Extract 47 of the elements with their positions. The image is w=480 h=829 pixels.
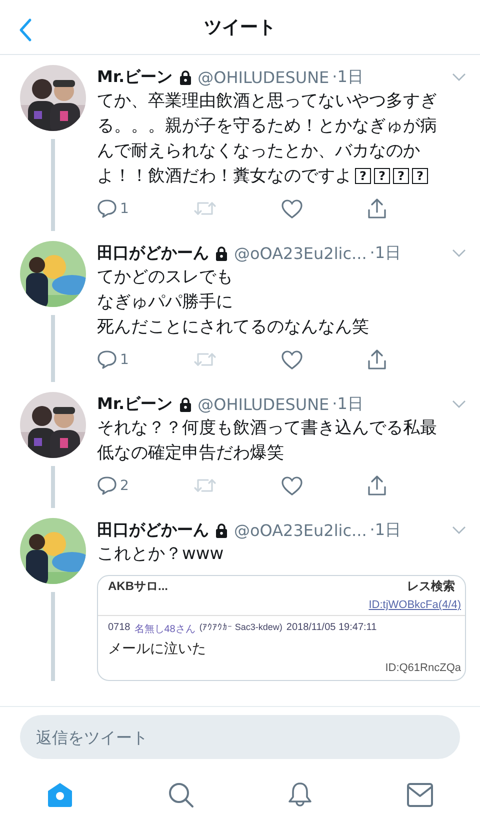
- board-title: AKBサロ...: [108, 578, 168, 595]
- user-handle: @oOA23Eu2lic...: [234, 520, 367, 540]
- poster-id: ID:tjWOBkcFa(4/4): [368, 599, 461, 611]
- home-icon[interactable]: [47, 782, 74, 808]
- share-icon[interactable]: [366, 198, 387, 219]
- envelope-icon[interactable]: [406, 783, 433, 807]
- reply-icon[interactable]: [97, 199, 117, 218]
- reply-icon[interactable]: [97, 350, 117, 369]
- page-title: ツイート: [204, 16, 276, 39]
- heart-icon[interactable]: [280, 476, 303, 496]
- user-handle: @OHILUDESUNE: [198, 394, 330, 414]
- share-icon[interactable]: [366, 349, 387, 370]
- reply-icon[interactable]: [97, 476, 117, 495]
- tweet-text: てか、卒業理由飲酒と思ってないやつ多すぎる。。。親が子を守るため！とかなぎゅが病んで耐えられなくなったとか、バカなのかよ！！飲酒だわ！糞女なのですよ ? ? ? ?: [97, 90, 438, 188]
- user-name[interactable]: Mr.ビーン: [97, 394, 173, 414]
- post-date: 2018/11/05 19:47:11: [286, 622, 377, 635]
- tweet-text: これとか？www: [97, 543, 225, 566]
- post-number: 0718: [108, 622, 130, 635]
- reply-count: 1: [120, 200, 129, 216]
- poster-id: ID:Q61RncZQa: [385, 662, 461, 674]
- user-name[interactable]: Mr.ビーン: [97, 66, 173, 88]
- back-icon[interactable]: [18, 18, 32, 42]
- heart-icon[interactable]: [280, 198, 303, 218]
- heart-icon[interactable]: [280, 350, 303, 370]
- bell-icon[interactable]: [288, 782, 312, 808]
- tweet-text: それな？？何度も飲酒って書き込んでる私最低なの確定申告だわ爆笑: [97, 417, 438, 465]
- timestamp: ·1日: [332, 394, 364, 414]
- search-link: レス検索: [407, 578, 455, 595]
- user-handle: @OHILUDESUNE: [198, 68, 330, 86]
- poster-meta: (ｱｳｱｳｶｰ Sac3-kdew): [199, 622, 282, 634]
- share-icon[interactable]: [366, 475, 387, 496]
- timestamp: ·1日: [370, 520, 402, 540]
- user-handle: @oOA23Eu2lic...: [234, 244, 367, 262]
- timestamp: ·1日: [332, 66, 364, 88]
- poster-name: 名無し48さん: [134, 623, 196, 636]
- reply-field[interactable]: 返信をツイート: [20, 715, 460, 759]
- user-name[interactable]: 田口がどかーん: [97, 242, 209, 264]
- tweet-text-line: なぎゅパパ勝手に: [97, 291, 234, 314]
- reply-count: 1: [120, 352, 129, 368]
- embedded-screenshot[interactable]: AKBサロ... レス検索 ID:tjWOBkcFa(4/4) 0718 名無し48さん (ｱｳｱｳｶｰ Sac3-kdew) 2018/11/05 19:47:11 メールに泣いた ID:Q61RncZQa: [97, 575, 466, 681]
- post-text: メールに泣いた: [108, 640, 207, 658]
- search-icon[interactable]: [168, 782, 194, 808]
- user-name[interactable]: 田口がどかーん: [97, 520, 209, 540]
- tweet-text-line: てかどのスレでも: [97, 266, 234, 289]
- timestamp: ·1日: [370, 242, 402, 264]
- tweet-text-line: 死んだことにされてるのなんなん笑: [97, 316, 370, 339]
- reply-count: 2: [120, 478, 129, 494]
